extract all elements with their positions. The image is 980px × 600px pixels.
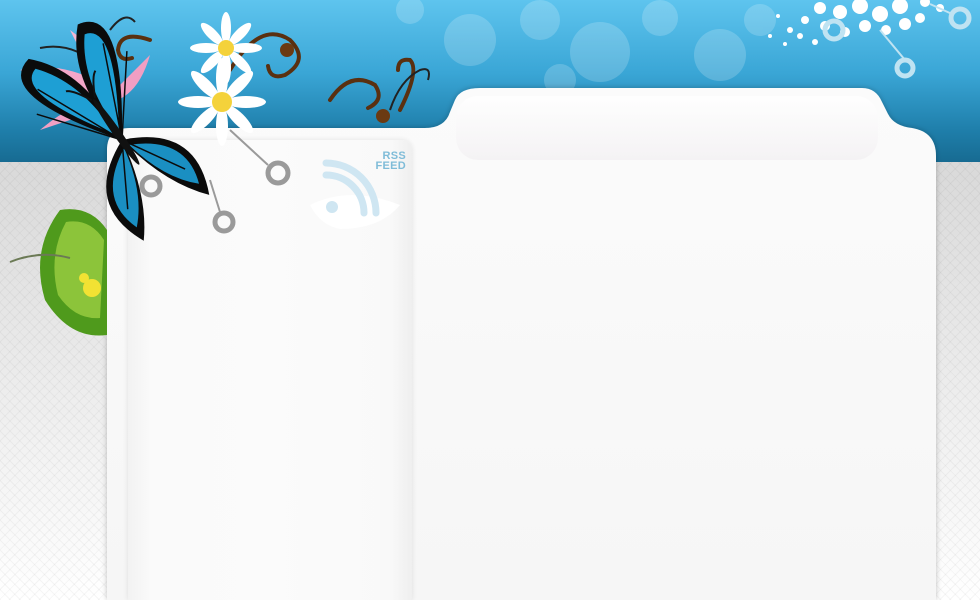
daisy-flower-icon <box>178 12 266 146</box>
page: RSS FEED <box>0 0 980 600</box>
main-content <box>416 170 934 600</box>
leaf-icon <box>9 209 107 336</box>
swirl-decoration <box>115 32 416 112</box>
butterfly-flower-decoration <box>9 12 430 336</box>
tab-header <box>456 96 878 160</box>
butterfly-icon <box>21 21 210 241</box>
